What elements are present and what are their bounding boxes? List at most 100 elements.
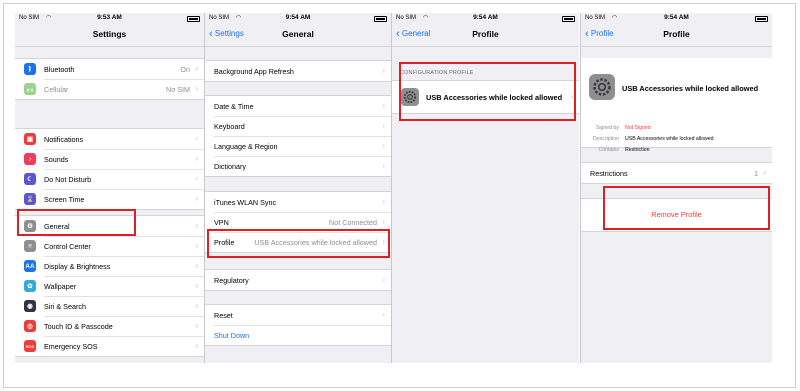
- chevron-right-icon: ›: [382, 197, 385, 206]
- row-label: VPN: [214, 217, 229, 227]
- chevron-right-icon: ›: [195, 84, 198, 93]
- row-value: Not Connected: [329, 217, 377, 227]
- row-label: Wallpaper: [44, 281, 77, 291]
- restrictions-label: Restrictions: [590, 168, 628, 178]
- battery-icon: [374, 16, 387, 22]
- row-label: Dictionary: [214, 161, 246, 171]
- page-title: Profile: [472, 29, 499, 39]
- fingerprint-icon: ◎: [24, 320, 36, 332]
- row-label: Display & Brightness: [44, 261, 111, 271]
- settings-row-do-not-disturb[interactable]: ☾ Do Not Disturb ›: [15, 169, 204, 189]
- status-bar: No SIM ◠ 9:53 AM: [15, 13, 204, 24]
- settings-row-language-region[interactable]: Language & Region ›: [205, 136, 391, 156]
- chevron-right-icon: ›: [195, 154, 198, 163]
- general-group-datetime: Date & Time › Keyboard › Language & Region › D…: [205, 95, 391, 177]
- nav-bar: Settings: [15, 24, 204, 47]
- nav-bar: ‹ General Profile: [392, 24, 579, 47]
- settings-row-sounds[interactable]: ♪ Sounds ›: [15, 149, 204, 169]
- hourglass-icon: ⌛: [24, 193, 36, 205]
- chevron-right-icon: ›: [382, 121, 385, 130]
- highlight-profile-item: [399, 62, 576, 121]
- chevron-right-icon: ›: [382, 310, 385, 319]
- settings-row-notifications[interactable]: ▣ Notifications ›: [15, 129, 204, 149]
- restrictions-row[interactable]: Restrictions 1 ›: [581, 163, 772, 183]
- settings-row-itunes-wlan-sync[interactable]: iTunes WLAN Sync ›: [205, 192, 391, 212]
- battery-icon: [562, 16, 575, 22]
- restrictions-count: 1: [754, 168, 758, 178]
- page-title: General: [282, 29, 314, 39]
- row-label: Siri & Search: [44, 301, 86, 311]
- settings-row-control-center[interactable]: ≡ Control Center ›: [15, 236, 204, 256]
- row-label: Shut Down: [214, 330, 250, 340]
- row-label: Do Not Disturb: [44, 174, 92, 184]
- wallpaper-icon: ✿: [24, 280, 36, 292]
- chevron-right-icon: ›: [382, 217, 385, 226]
- chevron-right-icon: ›: [195, 64, 198, 73]
- detail-key: Description: [593, 136, 619, 142]
- row-label: Language & Region: [214, 141, 278, 151]
- chevron-right-icon: ›: [195, 261, 198, 270]
- status-bar: No SIM ◠ 9:54 AM: [205, 13, 391, 24]
- chevron-right-icon: ›: [195, 321, 198, 330]
- row-label: Keyboard: [214, 121, 245, 131]
- settings-row-wallpaper[interactable]: ✿ Wallpaper ›: [15, 276, 204, 296]
- toggles-icon: ≡: [24, 240, 36, 252]
- settings-row-date-time[interactable]: Date & Time ›: [205, 96, 391, 116]
- row-value: No SIM: [166, 84, 190, 94]
- profile-header: [589, 74, 622, 100]
- nav-bar: ‹ Profile Profile: [581, 24, 772, 47]
- sounds-icon: ♪: [24, 153, 36, 165]
- chevron-right-icon: ›: [195, 174, 198, 183]
- chevron-right-icon: ›: [195, 221, 198, 230]
- chevron-right-icon: ›: [382, 161, 385, 170]
- chevron-right-icon: ›: [195, 281, 198, 290]
- row-label: Date & Time: [214, 101, 254, 111]
- sos-icon: SOS: [24, 340, 36, 352]
- status-bar: No SIM ◠ 9:54 AM: [392, 13, 579, 24]
- clock: 9:53 AM: [97, 14, 122, 21]
- nav-bar: ‹ Settings General: [205, 24, 391, 47]
- highlight-general: [17, 209, 136, 236]
- settings-row-touch-id-passcode[interactable]: ◎ Touch ID & Passcode ›: [15, 316, 204, 336]
- notifications-icon: ▣: [24, 133, 36, 145]
- settings-row-regulatory[interactable]: Regulatory ›: [205, 270, 391, 290]
- row-label: Cellular: [44, 84, 69, 94]
- settings-row-screen-time[interactable]: ⌛ Screen Time ›: [15, 189, 204, 209]
- chevron-right-icon: ›: [382, 141, 385, 150]
- cellular-icon: ((·)): [24, 83, 36, 95]
- bluetooth-icon: ᛒ: [24, 63, 36, 75]
- settings-group-general: ⚙ General › ≡ Control Center › AA Display & Bri…: [15, 215, 204, 357]
- settings-group-connectivity: ᛒ Bluetooth On › ((·)) Cellular No SIM ›: [15, 58, 204, 100]
- row-label: Background App Refresh: [214, 66, 294, 76]
- settings-row-reset[interactable]: Reset ›: [205, 305, 391, 325]
- settings-row-bluetooth[interactable]: ᛒ Bluetooth On ›: [15, 59, 204, 79]
- general-screen: No SIM ◠ 9:54 AM ‹ Settings General Back…: [205, 13, 391, 363]
- chevron-right-icon: ›: [195, 301, 198, 310]
- clock: 9:54 AM: [664, 14, 689, 21]
- settings-row-keyboard[interactable]: Keyboard ›: [205, 116, 391, 136]
- settings-row-display-brightness[interactable]: AA Display & Brightness ›: [15, 256, 204, 276]
- row-label: Emergency SOS: [44, 341, 98, 351]
- chevron-right-icon: ›: [195, 134, 198, 143]
- detail-value: USB Accessories while locked allowed: [625, 136, 714, 142]
- settings-row-emergency-sos[interactable]: SOS Emergency SOS ›: [15, 336, 204, 356]
- highlight-remove-profile: [603, 186, 770, 230]
- row-label: Reset: [214, 310, 233, 320]
- general-group-refresh: Background App Refresh ›: [205, 60, 391, 82]
- row-label: Notifications: [44, 134, 84, 144]
- settings-row-siri-search[interactable]: ◉ Siri & Search ›: [15, 296, 204, 316]
- page-title: Settings: [92, 29, 127, 39]
- settings-row-background-app-refresh[interactable]: Background App Refresh ›: [205, 61, 391, 81]
- chevron-right-icon: ›: [763, 168, 766, 177]
- row-label: Touch ID & Passcode: [44, 321, 113, 331]
- settings-row-dictionary[interactable]: Dictionary ›: [205, 156, 391, 176]
- profile-name: USB Accessories while locked allowed: [622, 84, 759, 93]
- settings-row-cellular[interactable]: ((·)) Cellular No SIM ›: [15, 79, 204, 99]
- chevron-right-icon: ›: [195, 241, 198, 250]
- detail-value: Not Signed: [625, 125, 651, 131]
- row-label: iTunes WLAN Sync: [214, 197, 277, 207]
- settings-row-shut-down[interactable]: Shut Down: [205, 325, 391, 345]
- page-title: Profile: [663, 29, 690, 39]
- row-label: Screen Time: [44, 194, 85, 204]
- row-label: Regulatory: [214, 275, 249, 285]
